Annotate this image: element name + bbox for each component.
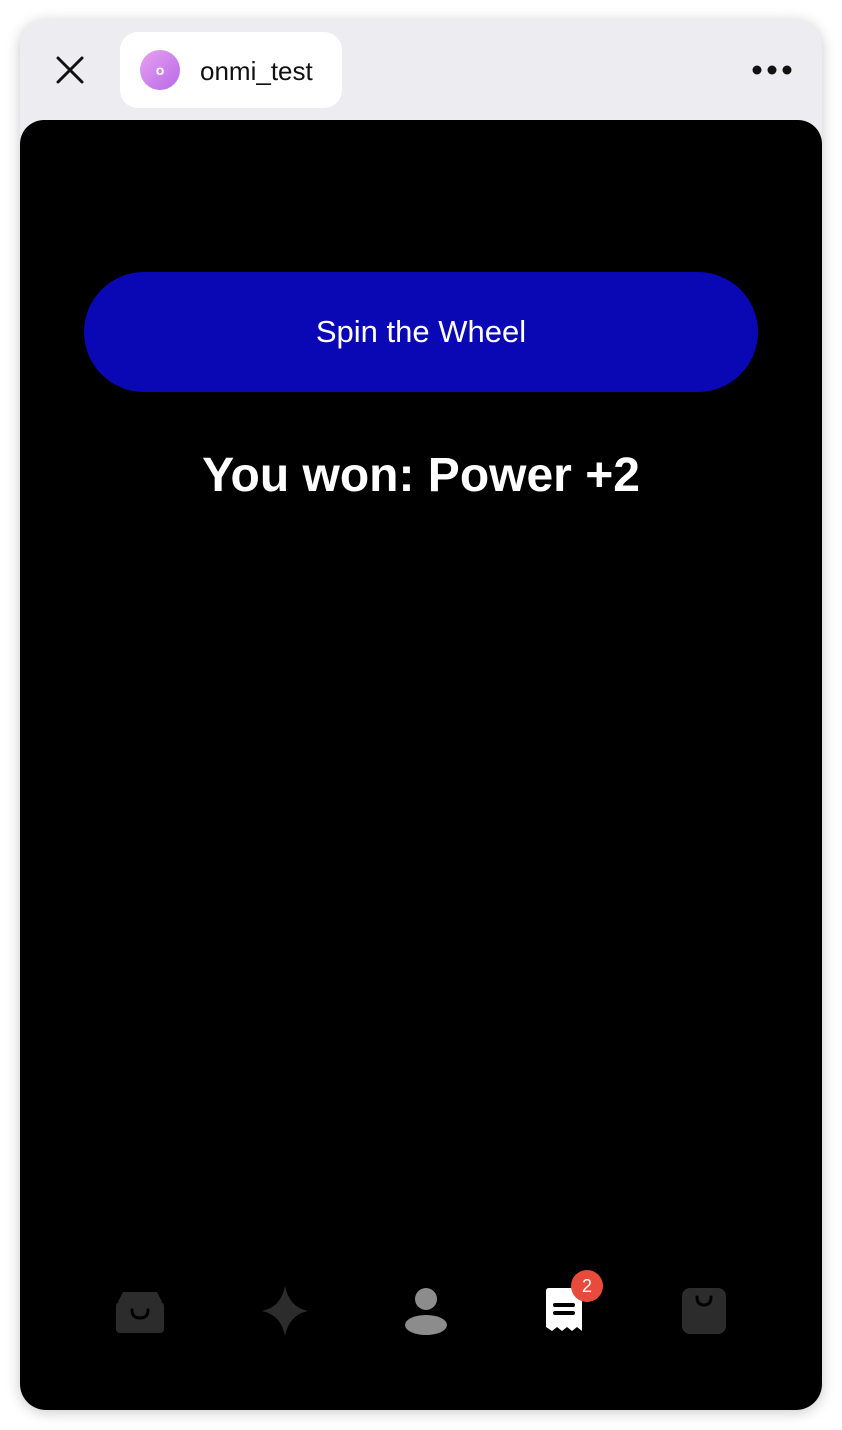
app-avatar: o (140, 50, 180, 90)
more-horizontal-icon (752, 65, 792, 75)
close-icon (56, 56, 84, 84)
mini-app-window: o onmi_test Spin the Wheel You won: Powe… (20, 20, 822, 1410)
nav-item-sparkle[interactable] (250, 1276, 320, 1346)
profile-icon (405, 1288, 447, 1335)
close-button[interactable] (50, 50, 90, 90)
nav-item-profile[interactable] (391, 1276, 461, 1346)
app-chip[interactable]: o onmi_test (120, 32, 342, 108)
nav-item-bag[interactable] (669, 1276, 739, 1346)
sparkle-icon (262, 1286, 308, 1336)
bottom-navigation: 2 (20, 1270, 822, 1350)
shop-bag-icon (116, 1292, 164, 1333)
notification-badge: 2 (571, 1270, 603, 1302)
nav-item-receipt[interactable]: 2 (529, 1270, 603, 1346)
shopping-bag-icon (682, 1288, 726, 1334)
nav-item-shop[interactable] (105, 1276, 175, 1346)
more-options-button[interactable] (746, 50, 798, 90)
app-content: Spin the Wheel You won: Power +2 2 (20, 120, 822, 1410)
spin-the-wheel-button[interactable]: Spin the Wheel (84, 272, 758, 392)
title-bar: o onmi_test (20, 20, 822, 120)
result-message: You won: Power +2 (202, 449, 640, 502)
app-name: onmi_test (200, 56, 313, 86)
